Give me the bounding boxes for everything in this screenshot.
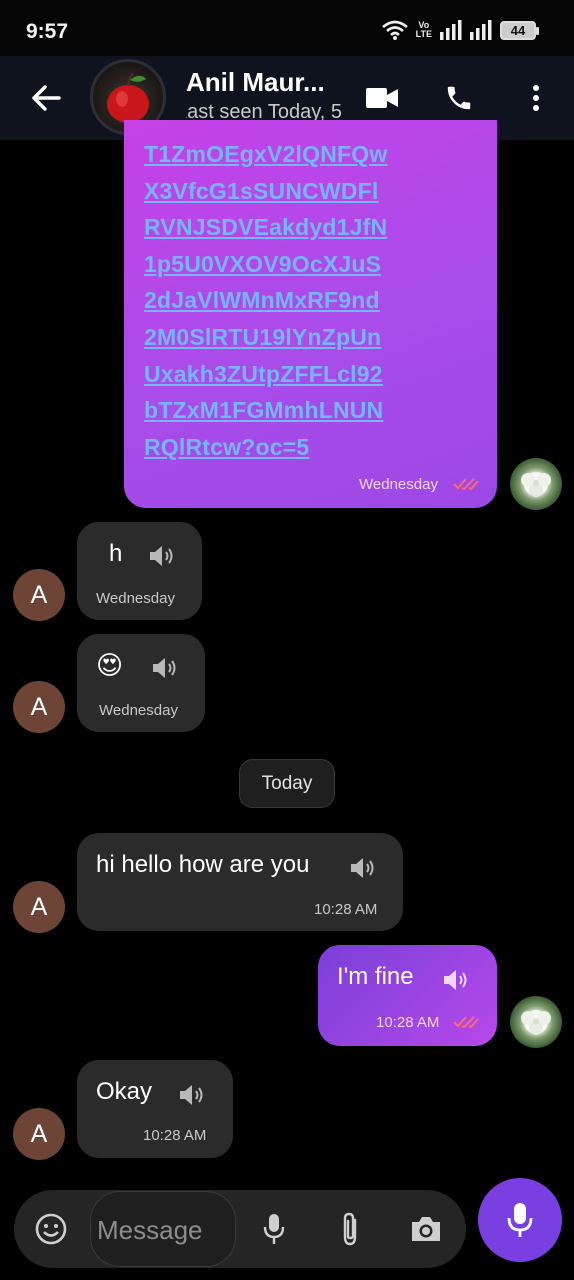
emoji-icon xyxy=(35,1213,67,1245)
volte-badge: Vo LTE xyxy=(416,21,432,39)
my-avatar xyxy=(510,996,562,1048)
message-time: 10:28 AM xyxy=(143,1127,207,1144)
voice-input-icon xyxy=(263,1214,285,1244)
speaker-icon[interactable] xyxy=(349,856,377,880)
contact-name[interactable]: Anil Maur... xyxy=(186,67,346,98)
contact-avatar-small: A xyxy=(13,1108,65,1160)
signal-icon xyxy=(440,20,462,40)
contact-avatar-small: A xyxy=(13,681,65,733)
message-emoji: 😍 xyxy=(96,650,124,680)
wifi-icon xyxy=(381,20,408,40)
status-icons: Vo LTE 44 xyxy=(381,20,539,40)
voice-input-button[interactable] xyxy=(254,1209,294,1249)
link-line[interactable]: X3VfcG1sSUNCWDFl xyxy=(144,173,387,210)
flower-icon xyxy=(521,472,551,497)
message-input-wrapper[interactable] xyxy=(90,1191,236,1267)
video-call-icon xyxy=(366,88,398,108)
message-text: h xyxy=(109,540,123,567)
status-bar: 9:57 Vo LTE 44 xyxy=(0,0,574,56)
contact-avatar-small: A xyxy=(13,569,65,621)
speaker-icon[interactable] xyxy=(148,544,176,568)
speaker-icon[interactable] xyxy=(178,1083,206,1107)
link-line[interactable]: Uxakh3ZUtpZFFLcl92 xyxy=(144,356,387,393)
attach-icon xyxy=(343,1212,357,1246)
link-line[interactable]: 2M0SlRTU19lYnZpUn xyxy=(144,319,387,356)
link-line[interactable]: RVNJSDVEakdyd1JfN xyxy=(144,209,387,246)
message-link[interactable]: T1ZmOEgxV2lQNFQw X3VfcG1sSUNCWDFl RVNJSD… xyxy=(144,136,387,465)
message-time: Wednesday xyxy=(359,476,438,493)
date-separator: Today xyxy=(239,759,335,808)
message-time: Wednesday xyxy=(96,590,175,607)
message-text: hi hello how are you xyxy=(96,851,310,878)
video-call-button[interactable] xyxy=(362,78,402,118)
emoji-button[interactable] xyxy=(31,1209,71,1249)
speaker-icon[interactable] xyxy=(151,656,179,680)
attach-button[interactable] xyxy=(330,1209,370,1249)
more-options-button[interactable] xyxy=(516,78,556,118)
contact-avatar-small: A xyxy=(13,881,65,933)
battery-icon: 44 xyxy=(500,20,539,40)
record-voice-button[interactable] xyxy=(478,1178,562,1262)
phone-icon xyxy=(447,86,471,110)
back-arrow-icon xyxy=(32,85,61,111)
message-text: Okay xyxy=(96,1078,153,1105)
link-line[interactable]: 2dJaVlWMnMxRF9nd xyxy=(144,282,387,319)
message-time: Wednesday xyxy=(99,702,178,719)
message-composer xyxy=(14,1190,466,1268)
camera-icon xyxy=(412,1217,440,1241)
read-ticks-icon xyxy=(453,478,479,491)
link-line[interactable]: RQlRtcw?oc=5 xyxy=(144,429,387,466)
flower-icon xyxy=(521,1010,551,1035)
lte-label: LTE xyxy=(415,29,432,39)
back-button[interactable] xyxy=(26,78,66,118)
read-ticks-icon xyxy=(453,1016,479,1029)
message-input[interactable] xyxy=(97,1212,233,1248)
message-time: 10:28 AM xyxy=(314,901,378,918)
speaker-icon[interactable] xyxy=(442,968,470,992)
message-text: I'm fine xyxy=(337,963,414,990)
status-time: 9:57 xyxy=(26,20,69,43)
link-line[interactable]: T1ZmOEgxV2lQNFQw xyxy=(144,136,387,173)
camera-button[interactable] xyxy=(406,1209,446,1249)
message-time: 10:28 AM xyxy=(376,1014,440,1031)
signal-icon-2 xyxy=(470,20,492,40)
mic-send-icon xyxy=(507,1203,533,1237)
voice-call-button[interactable] xyxy=(439,78,479,118)
link-line[interactable]: bTZxM1FGMmhLNUN xyxy=(144,392,387,429)
my-avatar xyxy=(510,458,562,510)
link-line[interactable]: 1p5U0VXOV9OcXJuS xyxy=(144,246,387,283)
more-vert-icon xyxy=(533,85,539,111)
